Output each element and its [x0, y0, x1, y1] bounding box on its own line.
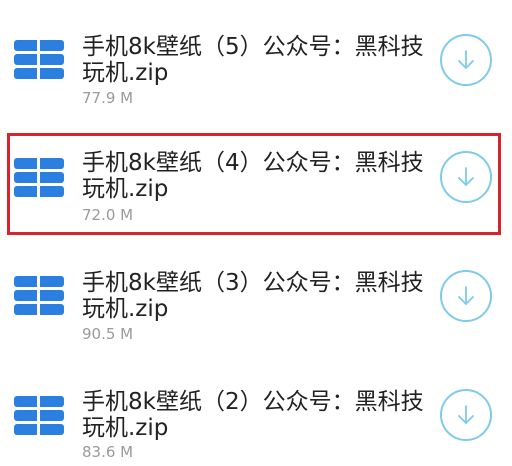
file-name: 手机8k壁纸（3）公众号：黑科技玩机.zip: [82, 270, 424, 322]
file-list: 手机8k壁纸（5）公众号：黑科技玩机.zip 77.9 M 手机8k壁纸（4）公…: [0, 0, 512, 466]
download-button[interactable]: [440, 151, 492, 203]
file-list-item[interactable]: 手机8k壁纸（5）公众号：黑科技玩机.zip 77.9 M: [0, 0, 512, 118]
download-icon: [458, 405, 474, 424]
file-size: 83.6 M: [82, 443, 134, 461]
download-icon: [458, 167, 474, 186]
zip-archive-icon: [14, 158, 64, 198]
download-button[interactable]: [440, 270, 492, 322]
zip-archive-icon: [14, 40, 64, 80]
download-button[interactable]: [440, 34, 492, 86]
file-list-item[interactable]: 手机8k壁纸（3）公众号：黑科技玩机.zip 90.5 M: [0, 236, 512, 354]
file-list-item[interactable]: 手机8k壁纸（2）公众号：黑科技玩机.zip 83.6 M: [0, 354, 512, 466]
file-name: 手机8k壁纸（5）公众号：黑科技玩机.zip: [82, 34, 424, 86]
download-button[interactable]: [440, 389, 492, 441]
file-size: 72.0 M: [82, 206, 134, 224]
zip-archive-icon: [14, 396, 64, 436]
download-icon: [458, 50, 474, 69]
file-size: 90.5 M: [82, 325, 134, 343]
file-list-item-selected[interactable]: 手机8k壁纸（4）公众号：黑科技玩机.zip 72.0 M: [0, 118, 512, 236]
zip-archive-icon: [14, 276, 64, 316]
file-name: 手机8k壁纸（4）公众号：黑科技玩机.zip: [82, 150, 424, 202]
download-icon: [458, 286, 474, 305]
file-name: 手机8k壁纸（2）公众号：黑科技玩机.zip: [82, 389, 424, 441]
file-size: 77.9 M: [82, 89, 134, 107]
